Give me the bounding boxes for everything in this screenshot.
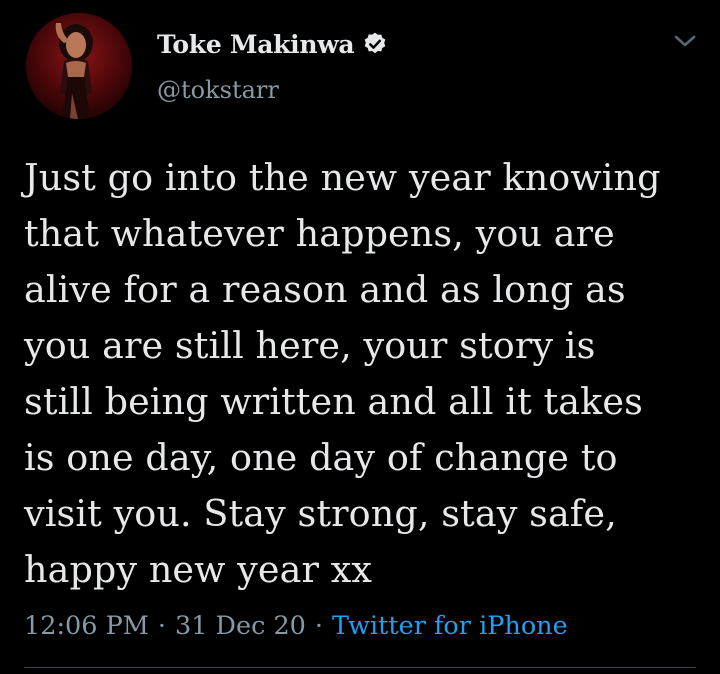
user-handle[interactable]: @tokstarr [157,76,279,104]
tweet-time[interactable]: 12:06 PM [24,606,149,646]
tweet-metadata: 12:06 PM · 31 Dec 20 · Twitter for iPhon… [24,606,568,646]
separator: · [157,611,166,641]
author-name-row[interactable]: Toke Makinwa [157,27,388,61]
tweet-text: Just go into the new year knowing that w… [24,156,661,591]
tweet-date[interactable]: 31 Dec 20 [175,606,306,646]
divider [24,667,696,668]
separator: · [314,611,324,641]
verified-badge-icon [362,31,388,57]
avatar-image [26,13,132,119]
chevron-down-icon[interactable] [672,30,698,52]
tweet-card: Toke Makinwa @tokstarr Just go into the … [0,0,720,674]
tweet-source-link[interactable]: Twitter for iPhone [332,606,568,646]
avatar[interactable] [26,13,132,119]
display-name[interactable]: Toke Makinwa [157,30,355,59]
